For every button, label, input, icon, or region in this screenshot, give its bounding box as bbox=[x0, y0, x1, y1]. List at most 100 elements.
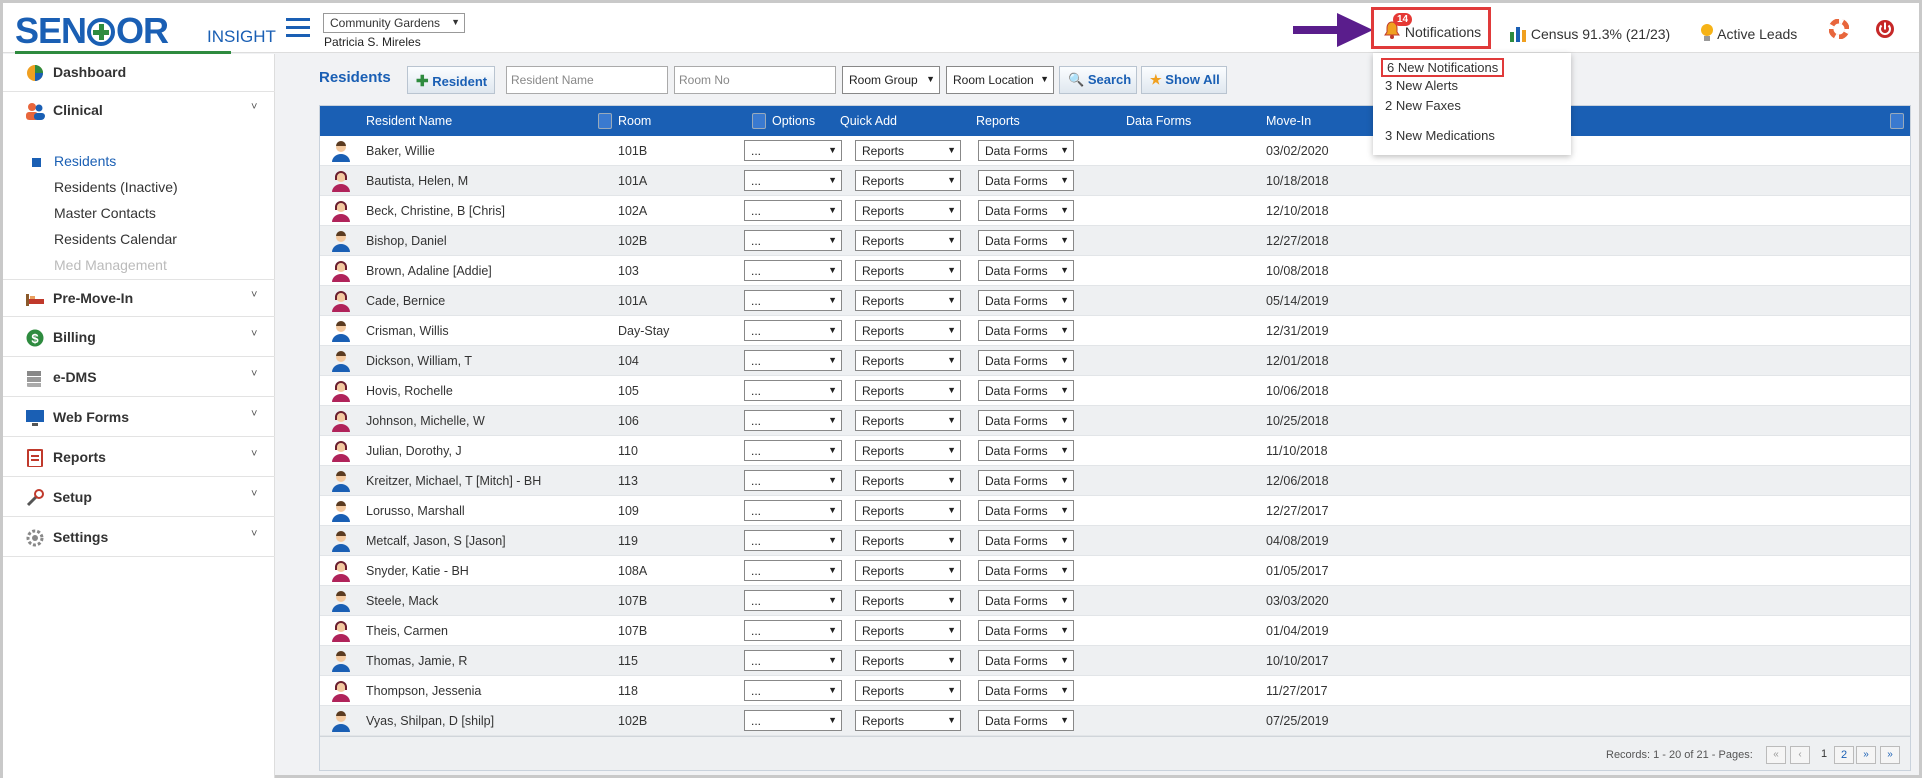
reports-select[interactable]: Reports bbox=[855, 410, 961, 431]
sort-icon[interactable] bbox=[752, 113, 766, 129]
quick-add-select[interactable]: ... bbox=[744, 320, 842, 341]
table-row[interactable]: Brown, Adaline [Addie] 103... Reports Data … bbox=[320, 256, 1910, 286]
reports-select[interactable]: Reports bbox=[855, 470, 961, 491]
quick-add-select[interactable]: ... bbox=[744, 200, 842, 221]
quick-add-select[interactable]: ... bbox=[744, 560, 842, 581]
resident-name[interactable]: Crisman, Willis bbox=[366, 324, 449, 338]
table-row[interactable]: Bautista, Helen, M 101A... Reports Data For… bbox=[320, 166, 1910, 196]
data-forms-select[interactable]: Data Forms bbox=[978, 140, 1074, 161]
reports-select[interactable]: Reports bbox=[855, 350, 961, 371]
col-move-in[interactable]: Move-In bbox=[1266, 114, 1311, 128]
resident-name[interactable]: Beck, Christine, B [Chris] bbox=[366, 204, 505, 218]
table-row[interactable]: Vyas, Shilpan, D [shilp] 102B... Reports Da… bbox=[320, 706, 1910, 736]
resident-name[interactable]: Thomas, Jamie, R bbox=[366, 654, 467, 668]
reports-select[interactable]: Reports bbox=[855, 230, 961, 251]
prev-page-button[interactable]: ‹ bbox=[1790, 746, 1810, 764]
quick-add-select[interactable]: ... bbox=[744, 140, 842, 161]
sidebar-item-settings[interactable]: Settings ˅ bbox=[3, 519, 275, 557]
quick-add-select[interactable]: ... bbox=[744, 350, 842, 371]
page-1-link[interactable]: 1 bbox=[1814, 746, 1834, 764]
reports-select[interactable]: Reports bbox=[855, 200, 961, 221]
col-room[interactable]: Room bbox=[618, 114, 651, 128]
resident-name[interactable]: Vyas, Shilpan, D [shilp] bbox=[366, 714, 494, 728]
quick-add-select[interactable]: ... bbox=[744, 590, 842, 611]
table-row[interactable]: Snyder, Katie - BH 108A... Reports Data For… bbox=[320, 556, 1910, 586]
resident-name[interactable]: Bautista, Helen, M bbox=[366, 174, 468, 188]
reports-select[interactable]: Reports bbox=[855, 590, 961, 611]
quick-add-select[interactable]: ... bbox=[744, 290, 842, 311]
sidebar-item-residents-calendar[interactable]: Residents Calendar bbox=[54, 231, 177, 247]
data-forms-select[interactable]: Data Forms bbox=[978, 650, 1074, 671]
table-row[interactable]: Theis, Carmen 107B... Reports Data Forms 01/… bbox=[320, 616, 1910, 646]
sidebar-item-web-forms[interactable]: Web Forms ˅ bbox=[3, 399, 275, 437]
resident-name[interactable]: Metcalf, Jason, S [Jason] bbox=[366, 534, 506, 548]
logo[interactable]: SEN OR INSIGHT bbox=[15, 13, 276, 54]
table-row[interactable]: Thomas, Jamie, R 115... Reports Data Forms 1… bbox=[320, 646, 1910, 676]
table-row[interactable]: Hovis, Rochelle 105... Reports Data Forms 10… bbox=[320, 376, 1910, 406]
quick-add-select[interactable]: ... bbox=[744, 170, 842, 191]
table-row[interactable]: Julian, Dorothy, J 110... Reports Data Form… bbox=[320, 436, 1910, 466]
reports-select[interactable]: Reports bbox=[855, 320, 961, 341]
active-leads-button[interactable]: Active Leads bbox=[1700, 21, 1797, 42]
reports-select[interactable]: Reports bbox=[855, 500, 961, 521]
new-notifications-item[interactable]: 6 New Notifications bbox=[1381, 58, 1505, 77]
data-forms-select[interactable]: Data Forms bbox=[978, 230, 1074, 251]
quick-add-select[interactable]: ... bbox=[744, 260, 842, 281]
resident-name[interactable]: Theis, Carmen bbox=[366, 624, 448, 638]
quick-add-select[interactable]: ... bbox=[744, 470, 842, 491]
sidebar-item-clinical[interactable]: Clinical ˅ bbox=[3, 92, 275, 132]
next-page-button[interactable]: » bbox=[1856, 746, 1876, 764]
resident-name[interactable]: Dickson, William, T bbox=[366, 354, 472, 368]
reports-select[interactable]: Reports bbox=[855, 650, 961, 671]
sidebar-item-edms[interactable]: e-DMS ˅ bbox=[3, 359, 275, 397]
lifebuoy-help-icon[interactable] bbox=[1829, 19, 1849, 39]
resident-name[interactable]: Brown, Adaline [Addie] bbox=[366, 264, 492, 278]
data-forms-select[interactable]: Data Forms bbox=[978, 500, 1074, 521]
reports-select[interactable]: Reports bbox=[855, 140, 961, 161]
data-forms-select[interactable]: Data Forms bbox=[978, 170, 1074, 191]
new-faxes-item[interactable]: 2 New Faxes bbox=[1385, 98, 1461, 113]
resident-name[interactable]: Johnson, Michelle, W bbox=[366, 414, 485, 428]
data-forms-select[interactable]: Data Forms bbox=[978, 290, 1074, 311]
reports-select[interactable]: Reports bbox=[855, 170, 961, 191]
table-row[interactable]: Baker, Willie 101B... Reports Data Forms 03/… bbox=[320, 136, 1910, 166]
data-forms-select[interactable]: Data Forms bbox=[978, 470, 1074, 491]
new-alerts-item[interactable]: 3 New Alerts bbox=[1385, 78, 1458, 93]
table-row[interactable]: Crisman, Willis Day-Stay... Reports Data Fo… bbox=[320, 316, 1910, 346]
quick-add-select[interactable]: ... bbox=[744, 500, 842, 521]
data-forms-select[interactable]: Data Forms bbox=[978, 260, 1074, 281]
resident-name[interactable]: Thompson, Jessenia bbox=[366, 684, 481, 698]
data-forms-select[interactable]: Data Forms bbox=[978, 440, 1074, 461]
table-row[interactable]: Beck, Christine, B [Chris] 102A... Reports… bbox=[320, 196, 1910, 226]
quick-add-select[interactable]: ... bbox=[744, 620, 842, 641]
table-row[interactable]: Kreitzer, Michael, T [Mitch] - BH 113... R… bbox=[320, 466, 1910, 496]
table-row[interactable]: Thompson, Jessenia 118... Reports Data Form… bbox=[320, 676, 1910, 706]
quick-add-select[interactable]: ... bbox=[744, 440, 842, 461]
quick-add-select[interactable]: ... bbox=[744, 380, 842, 401]
community-select[interactable]: Community Gardens bbox=[323, 13, 465, 33]
reports-select[interactable]: Reports bbox=[855, 440, 961, 461]
menu-toggle-icon[interactable] bbox=[286, 18, 310, 38]
resident-name[interactable]: Bishop, Daniel bbox=[366, 234, 447, 248]
resident-name[interactable]: Julian, Dorothy, J bbox=[366, 444, 462, 458]
room-location-select[interactable]: Room Location bbox=[946, 66, 1054, 94]
col-resident-name[interactable]: Resident Name bbox=[366, 114, 452, 128]
table-row[interactable]: Lorusso, Marshall 109... Reports Data Forms… bbox=[320, 496, 1910, 526]
data-forms-select[interactable]: Data Forms bbox=[978, 620, 1074, 641]
reports-select[interactable]: Reports bbox=[855, 380, 961, 401]
resident-name[interactable]: Hovis, Rochelle bbox=[366, 384, 453, 398]
column-chooser-icon[interactable] bbox=[1890, 113, 1904, 129]
sidebar-item-setup[interactable]: Setup ˅ bbox=[3, 479, 275, 517]
resident-name[interactable]: Kreitzer, Michael, T [Mitch] - BH bbox=[366, 474, 541, 488]
add-resident-button[interactable]: ✚ Resident bbox=[407, 66, 495, 94]
reports-select[interactable]: Reports bbox=[855, 530, 961, 551]
reports-select[interactable]: Reports bbox=[855, 620, 961, 641]
table-row[interactable]: Johnson, Michelle, W 106... Reports Data Fo… bbox=[320, 406, 1910, 436]
data-forms-select[interactable]: Data Forms bbox=[978, 680, 1074, 701]
data-forms-select[interactable]: Data Forms bbox=[978, 560, 1074, 581]
sidebar-item-master-contacts[interactable]: Master Contacts bbox=[54, 205, 156, 221]
quick-add-select[interactable]: ... bbox=[744, 410, 842, 431]
table-row[interactable]: Cade, Bernice 101A... Reports Data Forms 05/… bbox=[320, 286, 1910, 316]
page-2-link[interactable]: 2 bbox=[1834, 746, 1854, 764]
reports-select[interactable]: Reports bbox=[855, 680, 961, 701]
